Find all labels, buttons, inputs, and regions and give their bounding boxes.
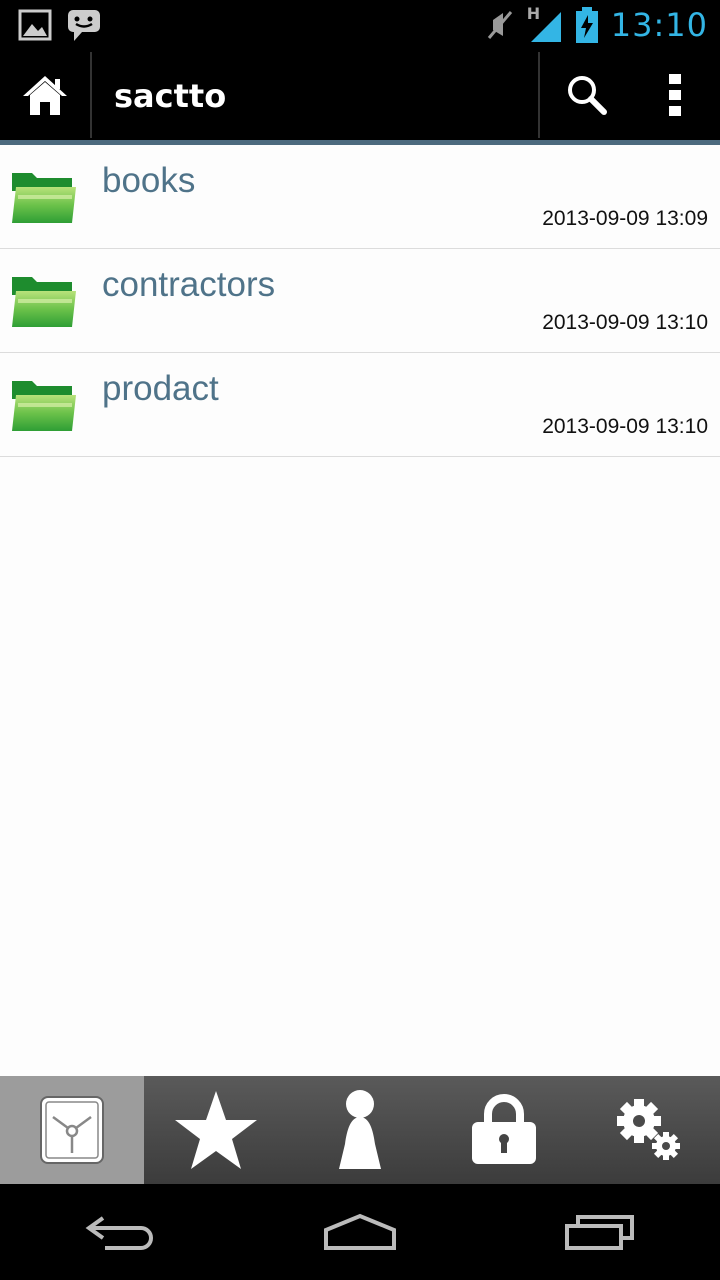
search-button[interactable] <box>542 50 632 140</box>
tab-security[interactable] <box>432 1076 576 1184</box>
file-list: books 2013-09-09 13:09 contractors 2013-… <box>0 145 720 457</box>
tab-favorites[interactable] <box>144 1076 288 1184</box>
folder-icon <box>12 381 76 431</box>
back-icon <box>85 1216 153 1250</box>
picture-icon <box>18 9 52 41</box>
file-name: prodact <box>102 369 219 408</box>
chat-icon <box>68 10 100 41</box>
tab-profile[interactable] <box>288 1076 432 1184</box>
bottom-tab-bar <box>0 1076 720 1184</box>
battery-charging-icon <box>575 7 598 43</box>
notification-icons <box>18 8 102 42</box>
recent-apps-icon <box>565 1215 634 1250</box>
action-bar-divider <box>90 52 92 138</box>
recent-apps-button[interactable] <box>540 1184 660 1280</box>
list-item[interactable]: contractors 2013-09-09 13:10 <box>0 249 720 353</box>
home-icon <box>23 76 67 115</box>
home-nav-icon <box>324 1213 396 1250</box>
file-name: contractors <box>102 265 276 304</box>
overflow-menu-icon <box>669 74 681 116</box>
back-button[interactable] <box>60 1184 180 1280</box>
storage-icon <box>40 1096 104 1164</box>
action-bar: sactto <box>0 50 720 145</box>
tab-storage[interactable] <box>0 1076 144 1184</box>
settings-icon <box>617 1099 680 1160</box>
list-item[interactable]: books 2013-09-09 13:09 <box>0 145 720 249</box>
search-icon <box>568 76 607 115</box>
list-item[interactable]: prodact 2013-09-09 13:10 <box>0 353 720 457</box>
action-bar-divider <box>538 52 540 138</box>
file-date: 2013-09-09 13:10 <box>542 311 708 334</box>
clock: 13:10 <box>610 6 708 44</box>
system-icons: H 13:10 <box>485 0 708 50</box>
status-bar: H 13:10 <box>0 0 720 50</box>
home-nav-button[interactable] <box>300 1184 420 1280</box>
screen: H 13:10 sactto books 2013-09-09 13:09 co… <box>0 0 720 1280</box>
mute-icon <box>487 11 512 39</box>
file-date: 2013-09-09 13:10 <box>542 415 708 438</box>
file-name: books <box>102 161 196 200</box>
person-icon <box>339 1090 381 1169</box>
folder-icon <box>12 173 76 223</box>
lock-icon <box>472 1094 536 1164</box>
folder-icon <box>12 277 76 327</box>
app-title: sactto <box>114 77 227 115</box>
tab-settings[interactable] <box>576 1076 720 1184</box>
star-icon <box>175 1091 257 1169</box>
navigation-bar <box>0 1184 720 1280</box>
home-button[interactable] <box>0 50 90 140</box>
signal-icon: H <box>527 4 563 42</box>
file-date: 2013-09-09 13:09 <box>542 207 708 230</box>
overflow-menu-button[interactable] <box>640 50 710 140</box>
